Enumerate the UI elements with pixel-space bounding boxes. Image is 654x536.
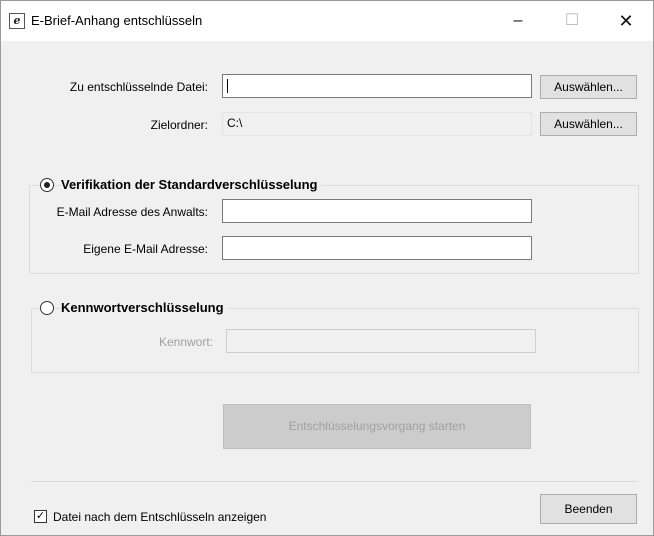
standard-verification-radio[interactable]	[40, 178, 54, 192]
password-encryption-label[interactable]: Kennwortverschlüsselung	[61, 300, 228, 315]
exit-button[interactable]: Beenden	[540, 494, 637, 524]
start-decryption-button: Entschlüsselungsvorgang starten	[223, 404, 531, 449]
browse-file-button[interactable]: Auswählen...	[540, 75, 637, 99]
own-email-input[interactable]	[222, 236, 532, 260]
password-encryption-radio[interactable]	[40, 301, 54, 315]
standard-verification-label[interactable]: Verifikation der Standardverschlüsselung	[61, 177, 322, 192]
maximize-button[interactable]: ☐	[549, 1, 595, 41]
folder-label: Zielordner:	[150, 118, 208, 132]
dialog-window: e E-Brief-Anhang entschlüsseln – ☐ ✕ Zu …	[0, 0, 654, 536]
password-label: Kennwort:	[158, 335, 213, 349]
window-title: E-Brief-Anhang entschlüsseln	[31, 13, 203, 28]
title-bar[interactable]: e E-Brief-Anhang entschlüsseln – ☐ ✕	[1, 1, 653, 41]
lawyer-email-label: E-Mail Adresse des Anwalts:	[56, 205, 208, 219]
lawyer-email-input[interactable]	[222, 199, 532, 223]
target-folder-field[interactable]: C:\	[222, 112, 532, 136]
show-file-checkbox[interactable]: ✓	[34, 510, 47, 523]
browse-folder-button[interactable]: Auswählen...	[540, 112, 637, 136]
minimize-button[interactable]: –	[495, 1, 541, 41]
own-email-label: Eigene E-Mail Adresse:	[83, 242, 208, 256]
app-icon: e	[9, 13, 25, 29]
file-label: Zu entschlüsselnde Datei:	[69, 80, 208, 94]
text-cursor	[227, 78, 228, 93]
footer-divider	[31, 481, 637, 482]
close-button[interactable]: ✕	[603, 1, 649, 41]
radio-selected-dot	[44, 182, 50, 188]
password-input	[226, 329, 536, 353]
file-input[interactable]	[222, 74, 532, 98]
show-file-checkbox-label[interactable]: Datei nach dem Entschlüsseln anzeigen	[53, 510, 266, 524]
